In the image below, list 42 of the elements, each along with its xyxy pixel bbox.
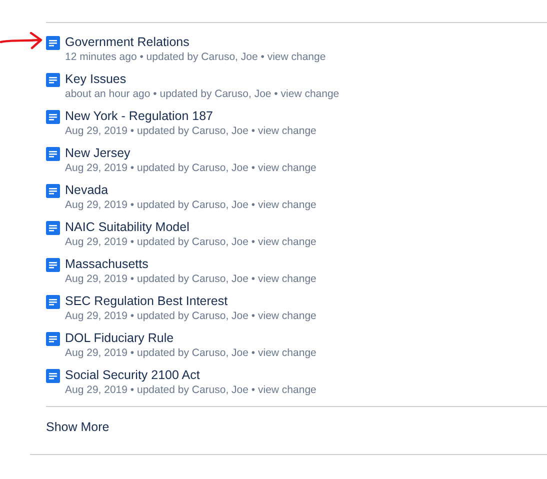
page-update-info: Aug 29, 2019 • updated by Caruso, Joe • view change [65,161,316,175]
view-change-link[interactable]: view change [258,199,316,211]
page-title-link[interactable]: Government Relations [65,34,326,50]
page-title-link[interactable]: Nevada [65,182,316,198]
page-update-info: Aug 29, 2019 • updated by Caruso, Joe • view change [65,383,316,397]
page-update-info: Aug 29, 2019 • updated by Caruso, Joe • view change [65,124,316,138]
page-update-info: Aug 29, 2019 • updated by Caruso, Joe • view change [65,272,316,286]
document-icon [46,184,60,198]
view-change-link[interactable]: view change [258,310,316,322]
view-change-link[interactable]: view change [258,347,316,359]
document-icon [46,332,60,346]
view-change-link[interactable]: view change [258,236,316,248]
page-title-link[interactable]: New Jersey [65,145,316,161]
document-icon [46,73,60,87]
page-update-info: 12 minutes ago • updated by Caruso, Joe • view change [65,50,326,64]
page-title-link[interactable]: New York - Regulation 187 [65,108,316,124]
document-icon [46,295,60,309]
document-icon [46,110,60,124]
page-title-link[interactable]: SEC Regulation Best Interest [65,293,316,309]
document-icon [46,36,60,50]
page-update-info: Aug 29, 2019 • updated by Caruso, Joe • view change [65,235,316,249]
page-title-link[interactable]: NAIC Suitability Model [65,219,316,235]
page-update-info: Aug 29, 2019 • updated by Caruso, Joe • view change [65,346,316,360]
page-title-link[interactable]: Social Security 2100 Act [65,367,316,383]
view-change-link[interactable]: view change [267,51,326,63]
annotation-arrow [0,31,44,51]
view-change-link[interactable]: view change [258,125,316,137]
page-title-link[interactable]: Key Issues [65,71,340,87]
view-change-link[interactable]: view change [280,88,340,100]
page-update-info: about an hour ago • updated by Caruso, Joe • view change [65,87,340,101]
page-title-link[interactable]: Massachusetts [65,256,316,272]
document-icon [46,369,60,383]
page-update-info: Aug 29, 2019 • updated by Caruso, Joe • view change [65,198,316,212]
view-change-link[interactable]: view change [258,273,316,285]
view-change-link[interactable]: view change [258,162,316,174]
document-icon [46,258,60,272]
document-icon [46,221,60,235]
page-update-info: Aug 29, 2019 • updated by Caruso, Joe • view change [65,309,316,323]
view-change-link[interactable]: view change [258,384,316,396]
document-icon [46,147,60,161]
page-title-link[interactable]: DOL Fiduciary Rule [65,330,316,346]
show-more-button[interactable]: Show More [46,418,110,437]
